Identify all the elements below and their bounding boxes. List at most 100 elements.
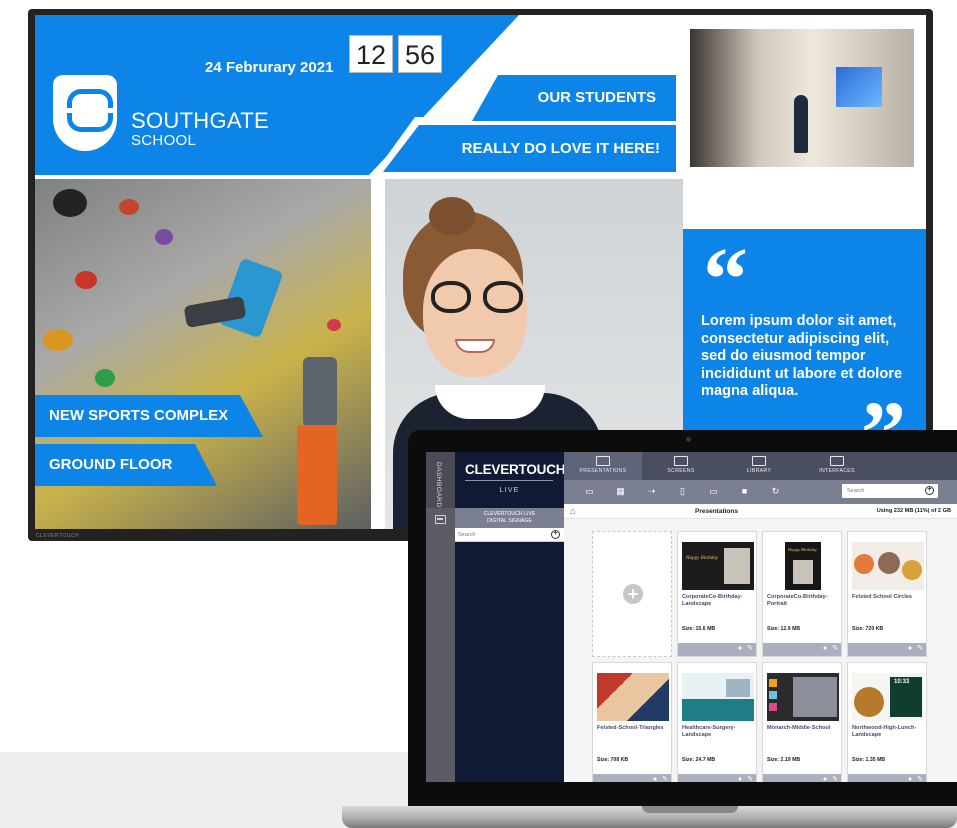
card-icon[interactable]: ▭ [708,486,719,497]
tab-library-label: LIBRARY [746,468,772,474]
card-thumbnail [597,673,669,721]
edit-icon[interactable]: ✎ [746,776,754,782]
thumb-photo [724,548,750,584]
presentations-rail-icon[interactable] [435,515,446,524]
import-icon[interactable]: ⇢ [646,486,657,497]
dashboard-tab[interactable]: DASHBOARD [426,452,455,508]
edit-icon[interactable]: ✎ [831,645,839,653]
thumb-circle [854,554,874,574]
edit-icon[interactable]: ✎ [916,776,924,782]
card-actions: ● ✎ [763,643,841,656]
card-actions: ● ✎ [593,774,671,782]
climbing-hold [43,329,73,351]
presentation-card[interactable]: Monarch-Middle-School Size: 2.19 MB ● ✎ [762,662,842,782]
search-icon[interactable]: + [925,486,934,495]
card-actions: ● ✎ [848,643,926,656]
thumb-tile [769,679,777,687]
presentations-grid: + Happy Birthday CorporateCo-Birthday-La… [564,519,957,782]
new-presentation-icon[interactable]: ▭ [584,486,595,497]
climbing-hold [327,319,341,331]
camera-icon [686,437,691,442]
side-search-icon[interactable]: + [551,530,560,539]
card-size: Size: 2.19 MB [767,757,801,763]
card-title: Healthcare-Surgery-Landscape [682,725,736,738]
presentation-card[interactable]: 10:33 Northwood-High-Lunch-Landscape Siz… [847,662,927,782]
page-title: Presentations [695,508,738,515]
presentation-card[interactable]: Felsted-School-Triangles Size: 708 KB ● … [592,662,672,782]
preview-icon[interactable]: ● [821,645,829,653]
edit-icon[interactable]: ✎ [831,776,839,782]
tv-brand-label: CLEVERTOUCH [36,533,80,539]
thumb-text: Happy Birthday [686,556,719,561]
side-search-placeholder: Search [458,532,476,538]
school-name-sub: SCHOOL [131,132,197,149]
preview-icon[interactable]: ● [736,645,744,653]
tab-screens-label: SCREENS [667,468,695,474]
presentation-card[interactable]: Healthcare-Surgery-Landscape Size: 24.7 … [677,662,757,782]
card-size: Size: 720 KB [852,626,884,632]
laptop-notch [642,806,738,813]
side-pane [455,542,564,782]
climbing-hold [119,199,139,215]
card-size: Size: 15.6 MB [682,626,716,632]
tab-presentations-label: PRESENTATIONS [579,468,627,474]
preview-icon[interactable]: ● [906,645,914,653]
brand-divider [465,480,553,481]
card-actions: ● ✎ [763,774,841,782]
card-title: Felsted School Circles [852,594,912,600]
preview-icon[interactable]: ● [821,776,829,782]
banner-new-sports-complex: NEW SPORTS COMPLEX [35,395,263,437]
side-title: CLEVERTOUCH LIVE [483,511,536,517]
document-icon[interactable]: ▯ [677,486,688,497]
add-presentation-card[interactable]: + [592,531,672,657]
presentation-card[interactable]: Felsted School Circles Size: 720 KB ● ✎ [847,531,927,657]
calendar-icon[interactable]: ▦ [615,486,626,497]
quote-open-icon: “ [703,230,748,329]
edit-icon[interactable]: ✎ [916,645,924,653]
card-thumbnail: Happy Birthday [682,542,754,590]
search-input[interactable]: Search + [842,484,938,498]
presentation-card[interactable]: Happy Birthday CorporateCo-Birthday-Port… [762,531,842,657]
breadcrumb: ⌂ Presentations Using 232 MB (11%) of 2 … [564,504,957,519]
thumb-band [682,699,754,721]
preview-icon[interactable]: ● [906,776,914,782]
screens-icon [674,456,688,466]
edit-icon[interactable]: ✎ [746,645,754,653]
chat-icon[interactable]: ■ [739,486,750,497]
brand-sub: LIVE [499,485,520,494]
card-thumbnail [852,542,924,590]
edit-icon[interactable]: ✎ [661,776,669,782]
card-thumbnail: Happy Birthday [785,542,821,590]
climbing-hold [53,189,87,217]
preview-icon[interactable]: ● [736,776,744,782]
tab-interfaces[interactable]: INTERFACES [798,452,876,480]
climbing-hold [75,271,97,289]
clevertouch-app: DASHBOARD CLEVERTOUCH® LIVE PRESENTATION… [426,452,957,782]
card-title: Northwood-High-Lunch-Landscape [852,725,917,738]
presentations-icon [596,456,610,466]
side-search-input[interactable]: Search + [455,528,564,542]
refresh-icon[interactable]: ↻ [770,486,781,497]
tab-library[interactable]: LIBRARY [720,452,798,480]
thumb-photo [793,677,837,717]
hall-person [794,95,808,153]
school-logo [53,75,117,151]
banner-love-it-here: REALLY DO LOVE IT HERE! [383,125,676,172]
hallway-photo [690,29,914,167]
glasses-right [483,281,523,313]
tab-presentations[interactable]: PRESENTATIONS [564,452,642,480]
plus-icon[interactable]: + [623,584,643,604]
tab-interfaces-label: INTERFACES [819,468,855,474]
glasses-left [431,281,471,313]
thumb-tile [769,703,777,711]
brand-logo: CLEVERTOUCH® [465,462,576,477]
student-collar [435,385,545,419]
card-thumbnail [767,673,839,721]
dashboard-rail: DASHBOARD [426,452,455,782]
card-size: Size: 708 KB [597,757,629,763]
tab-screens[interactable]: SCREENS [642,452,720,480]
preview-icon[interactable]: ● [651,776,659,782]
student-hair-bun [429,197,475,235]
clock-hours: 12 [349,35,393,73]
presentation-card[interactable]: Happy Birthday CorporateCo-Birthday-Land… [677,531,757,657]
